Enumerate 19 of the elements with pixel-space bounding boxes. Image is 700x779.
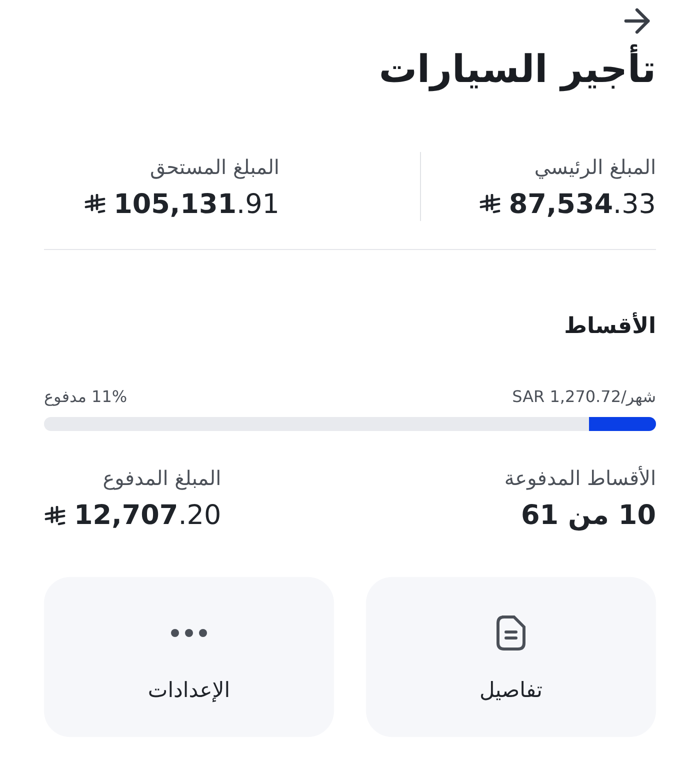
summary-label: المبلغ الرئيسي [533,154,656,181]
riyal-icon [84,194,106,214]
stat-value: 10 من 61 [520,499,656,533]
riyal-icon [44,506,66,526]
stat-label: الأقساط المدفوعة [504,464,656,492]
paid-percent: 11% مدفوع [44,386,128,408]
amount: 12,707.20 [74,499,222,533]
page-title: تأجير السيارات [44,46,656,94]
section-heading: الأقساط [563,311,656,342]
action-card[interactable]: الإعدادات [44,577,334,737]
action-card[interactable]: تفاصيل [366,577,656,737]
amount: 105,131.91 [114,188,280,222]
summary-label: المبلغ المستحق [148,154,280,181]
riyal-icon [478,194,501,214]
document-icon [496,615,526,651]
amount: 87,534.33 [508,188,656,222]
stat-label: المبلغ المدفوع [102,465,222,492]
more-icon [170,628,208,638]
monthly-amount: شهر/SAR 1,270.72 [512,386,656,408]
